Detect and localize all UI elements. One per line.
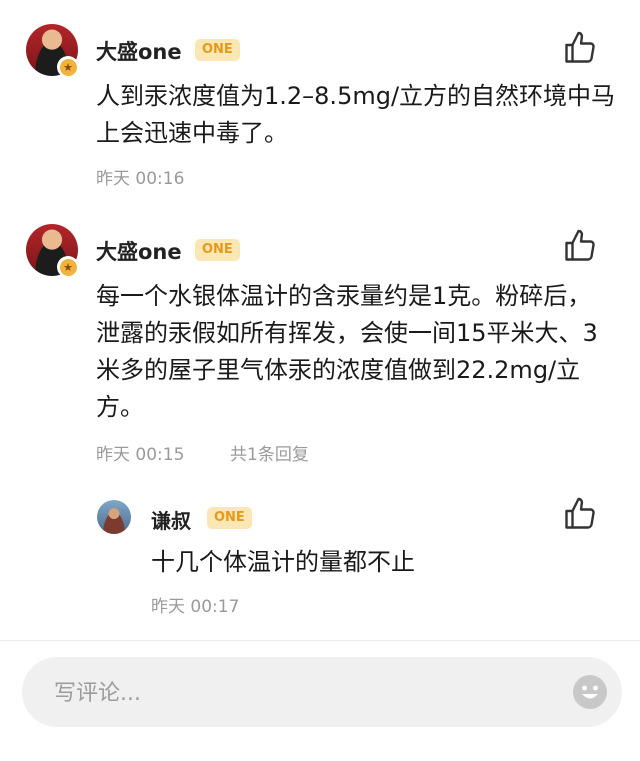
avatar[interactable] — [97, 500, 131, 534]
username[interactable]: 大盛one — [96, 236, 182, 266]
star-icon: ★ — [57, 56, 79, 78]
user-badge: ONE — [195, 239, 240, 261]
smiley-icon[interactable] — [572, 674, 608, 710]
timestamp: 昨天 00:17 — [151, 597, 240, 617]
user-badge: ONE — [195, 39, 240, 61]
timestamp: 昨天 00:16 — [96, 169, 185, 189]
username[interactable]: 谦叔 — [151, 505, 191, 534]
timestamp: 昨天 00:15 — [96, 445, 185, 465]
thumbs-up-icon[interactable] — [562, 496, 598, 532]
thumbs-up-icon[interactable] — [562, 30, 598, 66]
reply-text: 十几个体温计的量都不止 — [151, 548, 415, 576]
username[interactable]: 大盛one — [96, 36, 182, 66]
user-badge: ONE — [207, 507, 252, 529]
thumbs-up-icon[interactable] — [562, 228, 598, 264]
reply-count-link[interactable]: 共1条回复 — [230, 440, 309, 465]
divider — [0, 640, 640, 641]
star-icon: ★ — [57, 256, 79, 278]
comment-text: 人到汞浓度值为1.2–8.5mg/立方的自然环境中马上会迅速中毒了。 — [96, 82, 616, 147]
comment-text: 每一个水银体温计的含汞量约是1克。粉碎后，泄露的汞假如所有挥发，会使一间15平米… — [96, 282, 598, 421]
comment-input-bar — [22, 657, 622, 729]
comment-input[interactable] — [52, 657, 536, 729]
